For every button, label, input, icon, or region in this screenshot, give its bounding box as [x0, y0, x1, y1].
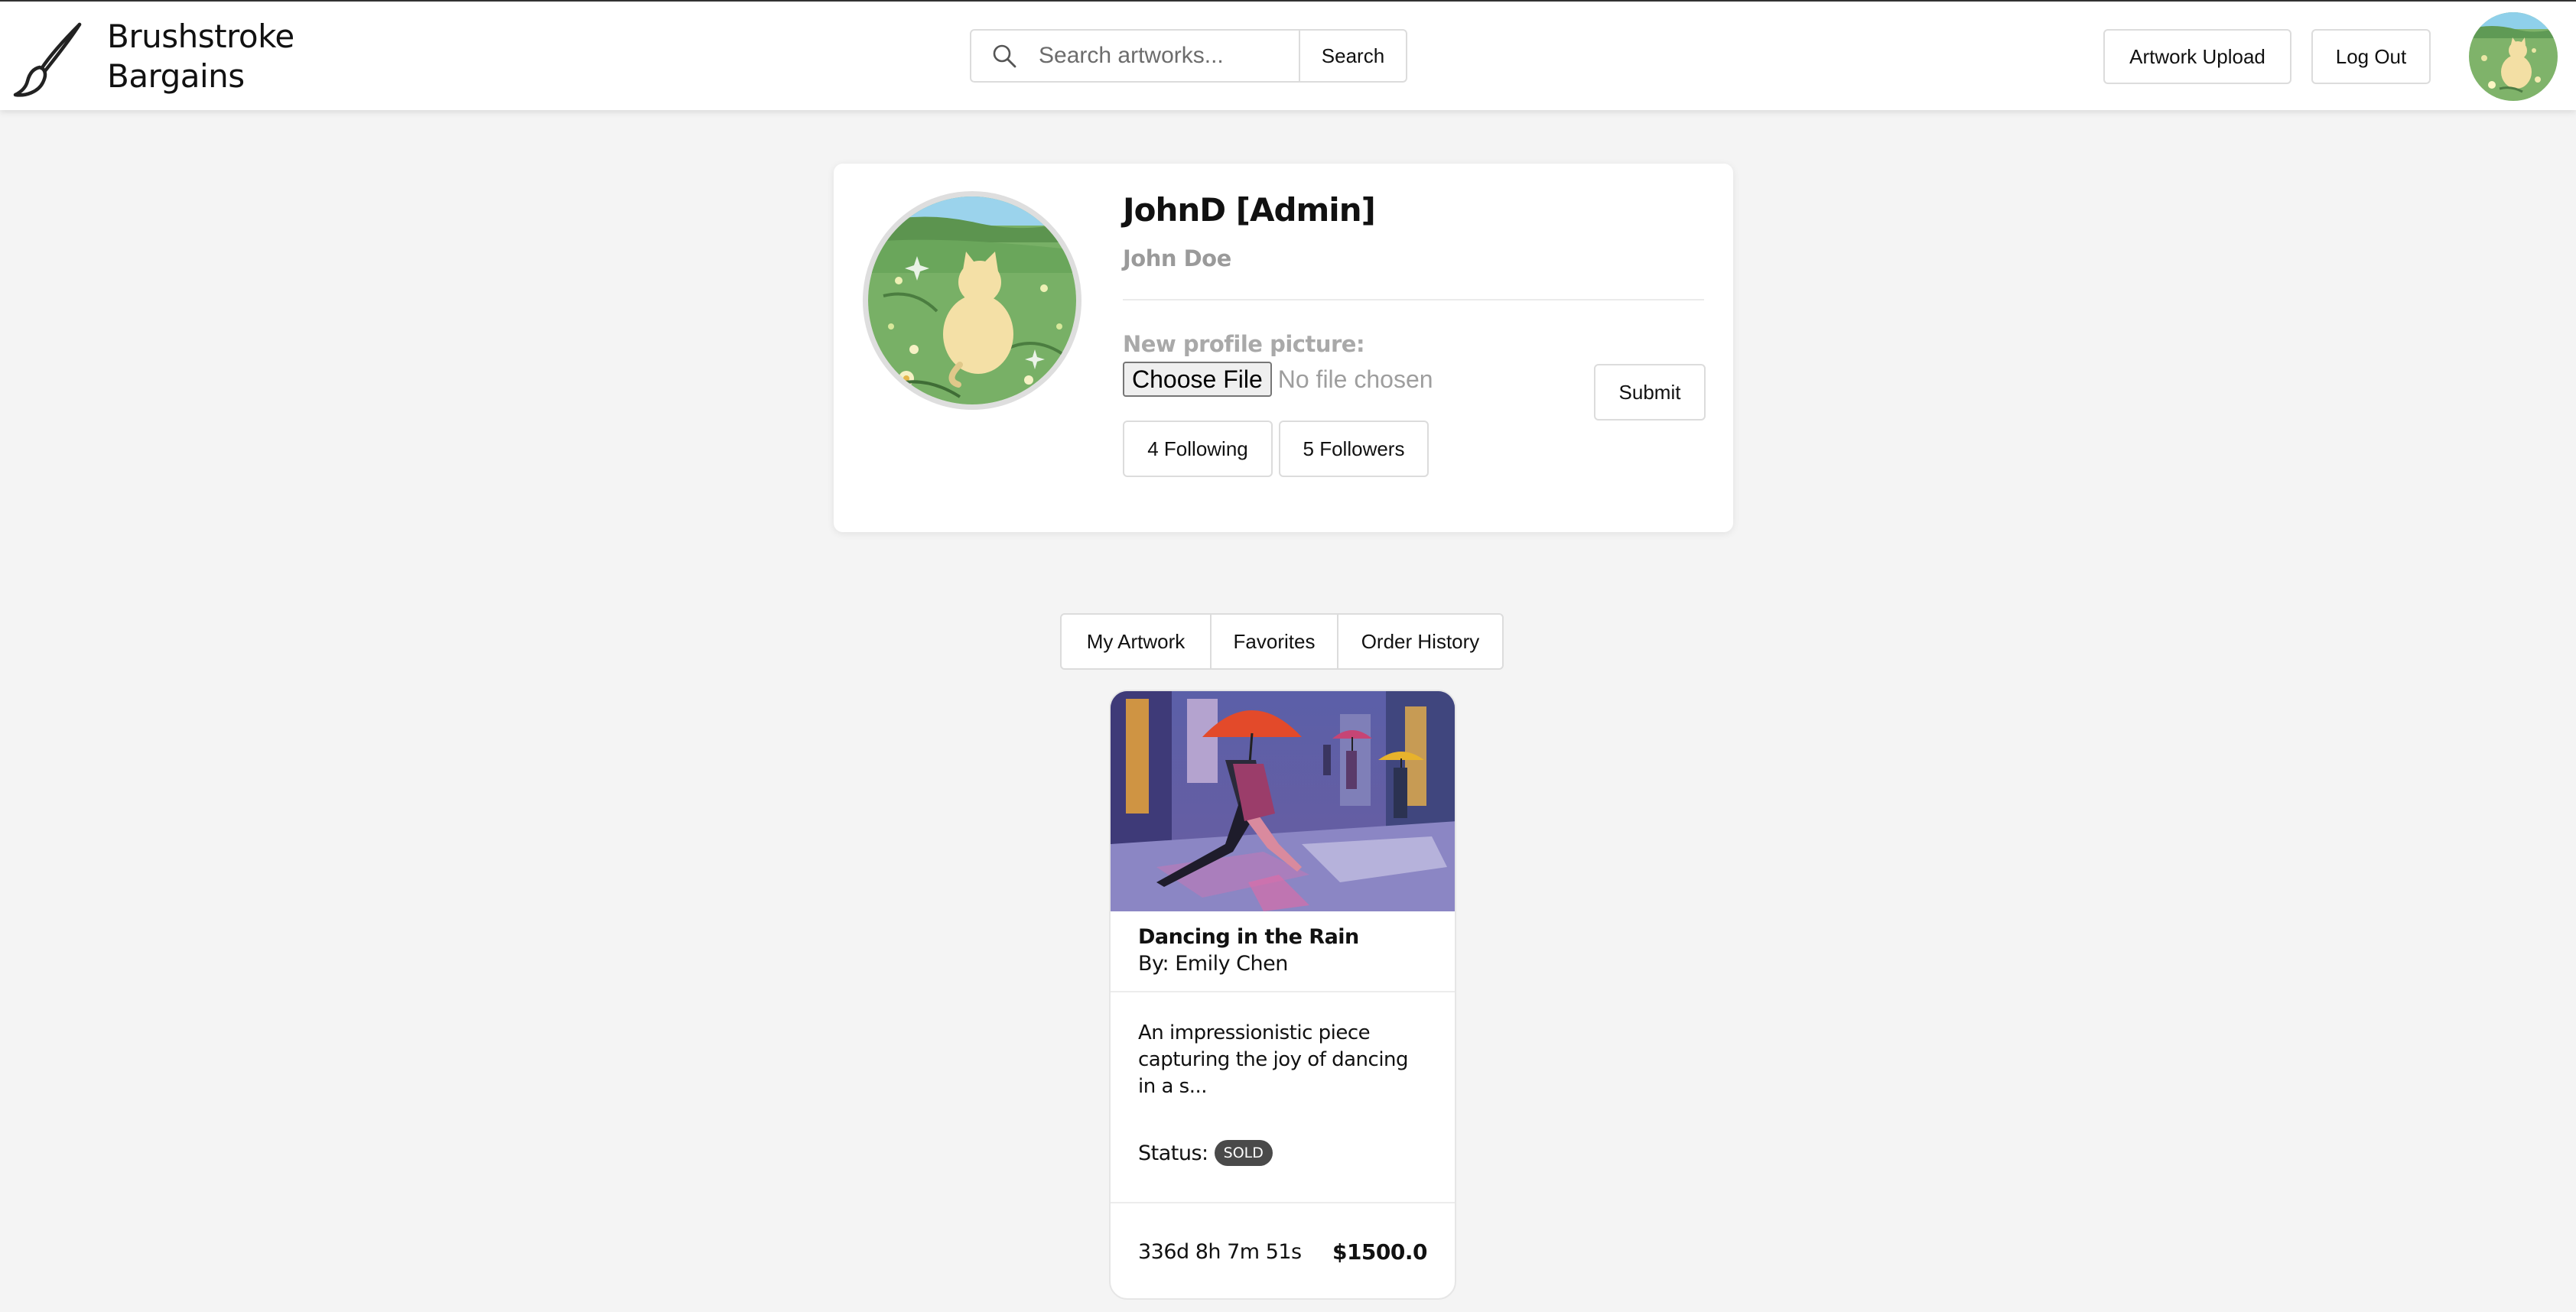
artwork-body: An impressionistic piece capturing the j…: [1111, 992, 1455, 1203]
search-field[interactable]: [970, 29, 1300, 83]
followers-button[interactable]: 5 Followers: [1279, 421, 1429, 477]
artwork-image: [1111, 691, 1455, 911]
artwork-description: An impressionistic piece capturing the j…: [1138, 1021, 1409, 1098]
tab-favorites[interactable]: Favorites: [1210, 615, 1337, 668]
choose-file-button[interactable]: Choose File: [1123, 362, 1272, 397]
no-file-chosen-text: No file chosen: [1277, 365, 1433, 393]
profile-cat-image: [868, 196, 1076, 404]
divider: [1123, 299, 1704, 300]
brand-name: Brushstroke Bargains: [107, 17, 294, 96]
artwork-header: Dancing in the Rain By: Emily Chen: [1111, 911, 1455, 992]
profile-tabs: My Artwork Favorites Order History: [1060, 613, 1504, 670]
artwork-card[interactable]: Dancing in the Rain By: Emily Chen An im…: [1109, 690, 1456, 1300]
search-icon: [993, 44, 1016, 68]
new-profile-picture-label: New profile picture:: [1123, 331, 1365, 357]
search-bar: Search: [970, 29, 1407, 83]
follow-stats: 4 Following 5 Followers: [1123, 421, 1429, 477]
brand-line-1: Brushstroke: [107, 18, 294, 55]
navbar: Brushstroke Bargains Search Artwork Uplo…: [0, 2, 2576, 110]
username: JohnD [Admin]: [1123, 191, 1376, 229]
status-badge: SOLD: [1214, 1140, 1273, 1166]
full-name: John Doe: [1123, 245, 1231, 271]
profile-picture: [863, 191, 1081, 410]
log-out-button[interactable]: Log Out: [2311, 29, 2431, 84]
avatar-cat-image: [2469, 12, 2558, 101]
following-button[interactable]: 4 Following: [1123, 421, 1273, 477]
profile-card: JohnD [Admin] John Doe New profile pictu…: [834, 164, 1733, 532]
brand-logo[interactable]: Brushstroke Bargains: [12, 17, 294, 98]
artwork-time-left: 336d 8h 7m 51s: [1138, 1239, 1302, 1264]
artwork-title: Dancing in the Rain: [1138, 925, 1359, 949]
search-button[interactable]: Search: [1299, 29, 1407, 83]
artwork-price: $1500.0: [1332, 1239, 1428, 1265]
brand-line-2: Bargains: [107, 57, 245, 95]
tab-my-artwork[interactable]: My Artwork: [1062, 615, 1210, 668]
avatar[interactable]: [2469, 12, 2558, 101]
artwork-upload-button[interactable]: Artwork Upload: [2103, 29, 2291, 84]
artwork-status: Status: SOLD: [1138, 1140, 1427, 1166]
paintbrush-icon: [13, 22, 82, 97]
artwork-footer: 336d 8h 7m 51s $1500.0: [1111, 1203, 1455, 1298]
status-label: Status:: [1138, 1141, 1208, 1165]
artwork-artist: By: Emily Chen: [1138, 952, 1288, 976]
tab-order-history[interactable]: Order History: [1337, 615, 1502, 668]
search-input[interactable]: [1039, 43, 1299, 69]
submit-button[interactable]: Submit: [1594, 364, 1706, 421]
